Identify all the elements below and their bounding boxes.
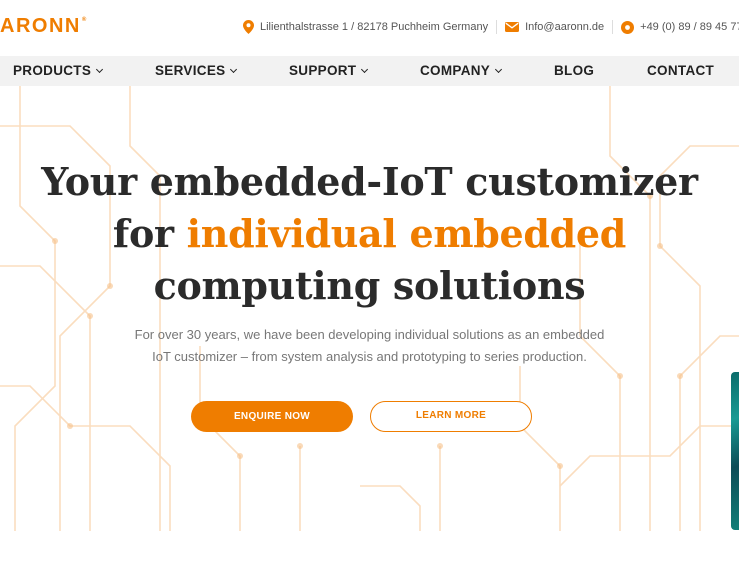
- phone-icon: [621, 20, 635, 34]
- map-pin-icon: [243, 20, 254, 34]
- contact-phone[interactable]: +49 (0) 89 / 89 45 77 - 0: [621, 20, 739, 34]
- contact-email[interactable]: Info@aaronn.de: [505, 21, 604, 33]
- nav-label: SUPPORT: [289, 63, 357, 78]
- email-link[interactable]: Info@aaronn.de: [525, 21, 604, 33]
- divider: [496, 20, 498, 34]
- top-header: ARONN® Lilienthalstrasse 1 / 82178 Puchh…: [0, 0, 739, 56]
- enquire-now-button[interactable]: ENQUIRE NOW: [191, 401, 353, 432]
- hero-description: For over 30 years, we have been developi…: [134, 327, 605, 364]
- main-navigation: PRODUCTS SERVICES SUPPORT COMPANY BLOG C…: [0, 56, 739, 86]
- company-logo[interactable]: ARONN®: [0, 15, 88, 38]
- nav-label: CONTACT: [647, 63, 715, 78]
- nav-item-services[interactable]: SERVICES: [155, 56, 238, 86]
- nav-label: SERVICES: [155, 63, 226, 78]
- nav-label: COMPANY: [420, 63, 491, 78]
- chevron-down-icon: [495, 65, 503, 74]
- nav-label: BLOG: [554, 63, 595, 78]
- logo-text: ARONN: [0, 15, 81, 37]
- address-text: Lilienthalstrasse 1 / 82178 Puchheim Ger…: [260, 21, 489, 33]
- nav-item-products[interactable]: PRODUCTS: [13, 56, 104, 86]
- nav-item-company[interactable]: COMPANY: [420, 56, 503, 86]
- side-widget-tab[interactable]: [731, 372, 739, 530]
- envelope-icon: [505, 22, 520, 32]
- phone-link[interactable]: +49 (0) 89 / 89 45 77 - 0: [640, 21, 739, 33]
- learn-more-button[interactable]: LEARN MORE: [370, 401, 532, 432]
- hero-section: Your embedded-IoT customizer for individ…: [0, 86, 739, 531]
- page-bottom-area: [0, 531, 739, 580]
- registered-mark: ®: [81, 17, 88, 23]
- chevron-down-icon: [230, 65, 238, 74]
- nav-item-contact[interactable]: CONTACT: [647, 56, 714, 86]
- contact-address: Lilienthalstrasse 1 / 82178 Puchheim Ger…: [243, 20, 488, 34]
- divider: [612, 20, 614, 34]
- nav-item-support[interactable]: SUPPORT: [289, 56, 369, 86]
- nav-label: PRODUCTS: [13, 63, 92, 78]
- headline-line-1: Your embedded-IoT customizer: [41, 159, 698, 204]
- headline-line-2-accent: individual embedded: [186, 211, 627, 256]
- headline-line-3: computing solutions: [153, 263, 586, 308]
- headline-line-2-prefix: for: [112, 211, 187, 256]
- nav-item-blog[interactable]: BLOG: [554, 56, 594, 86]
- chevron-down-icon: [96, 65, 104, 74]
- hero-headline: Your embedded-IoT customizer for individ…: [0, 156, 739, 312]
- chevron-down-icon: [361, 65, 369, 74]
- contact-strip: Lilienthalstrasse 1 / 82178 Puchheim Ger…: [243, 19, 739, 35]
